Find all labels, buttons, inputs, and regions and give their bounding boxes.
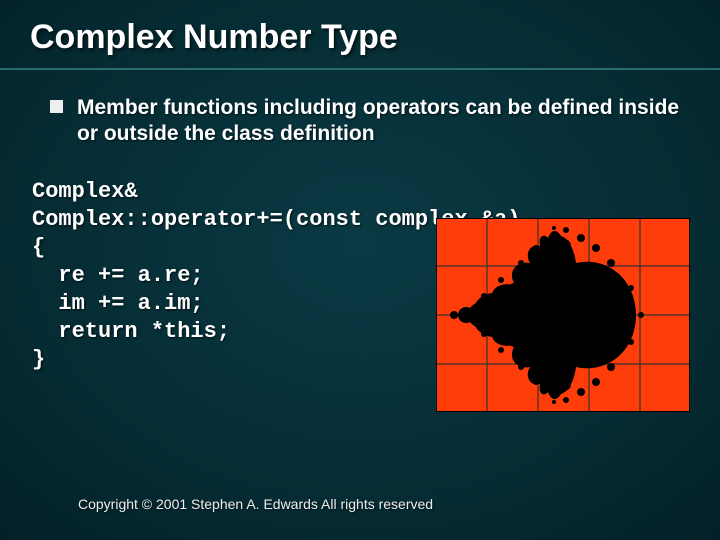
title-rule	[0, 68, 720, 70]
mandelbrot-image	[436, 218, 690, 412]
bullet-item: Member functions including operators can…	[0, 57, 720, 148]
copyright-text: Copyright © 2001 Stephen A. Edwards All …	[78, 496, 433, 512]
bullet-text: Member functions including operators can…	[77, 95, 690, 148]
square-bullet-icon	[50, 100, 63, 113]
page-title: Complex Number Type	[0, 0, 720, 57]
